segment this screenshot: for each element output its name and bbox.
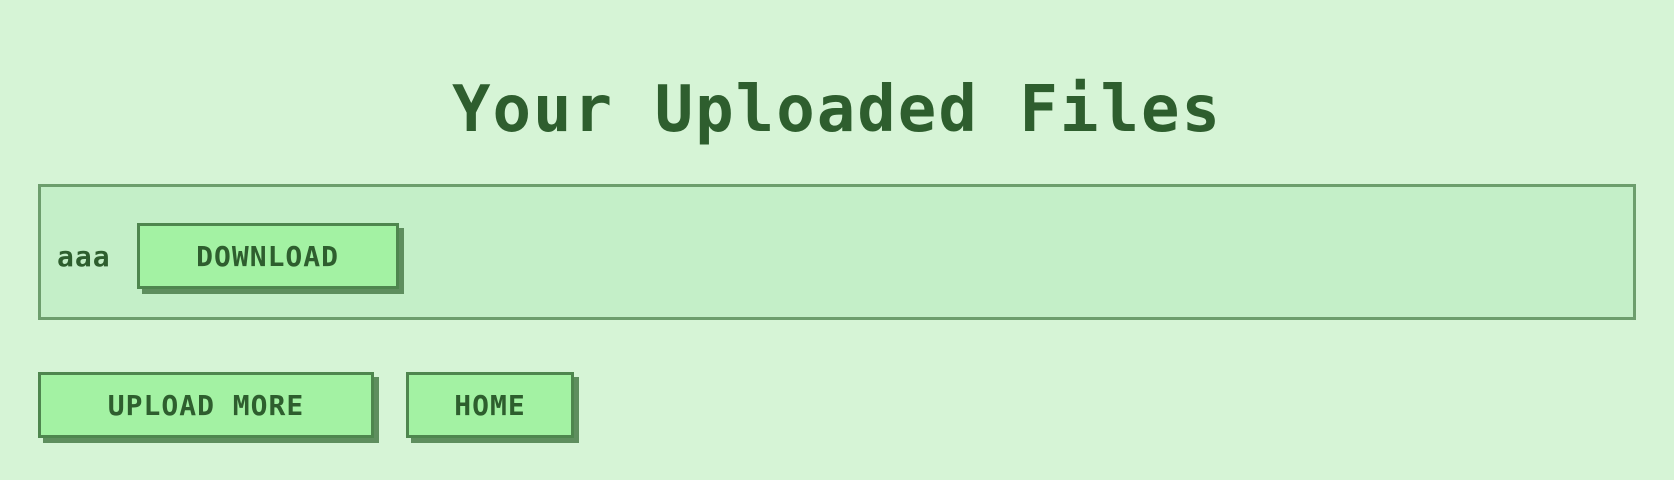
- uploaded-files-page: Your Uploaded Files aaa DOWNLOAD UPLOAD …: [0, 0, 1674, 480]
- file-name: aaa: [57, 239, 111, 273]
- file-row: aaa DOWNLOAD: [57, 221, 399, 291]
- file-list: aaa DOWNLOAD: [38, 184, 1636, 320]
- upload-more-button[interactable]: UPLOAD MORE: [38, 372, 374, 438]
- home-button[interactable]: HOME: [406, 372, 574, 438]
- page-title: Your Uploaded Files: [451, 73, 1223, 147]
- download-button[interactable]: DOWNLOAD: [136, 223, 399, 289]
